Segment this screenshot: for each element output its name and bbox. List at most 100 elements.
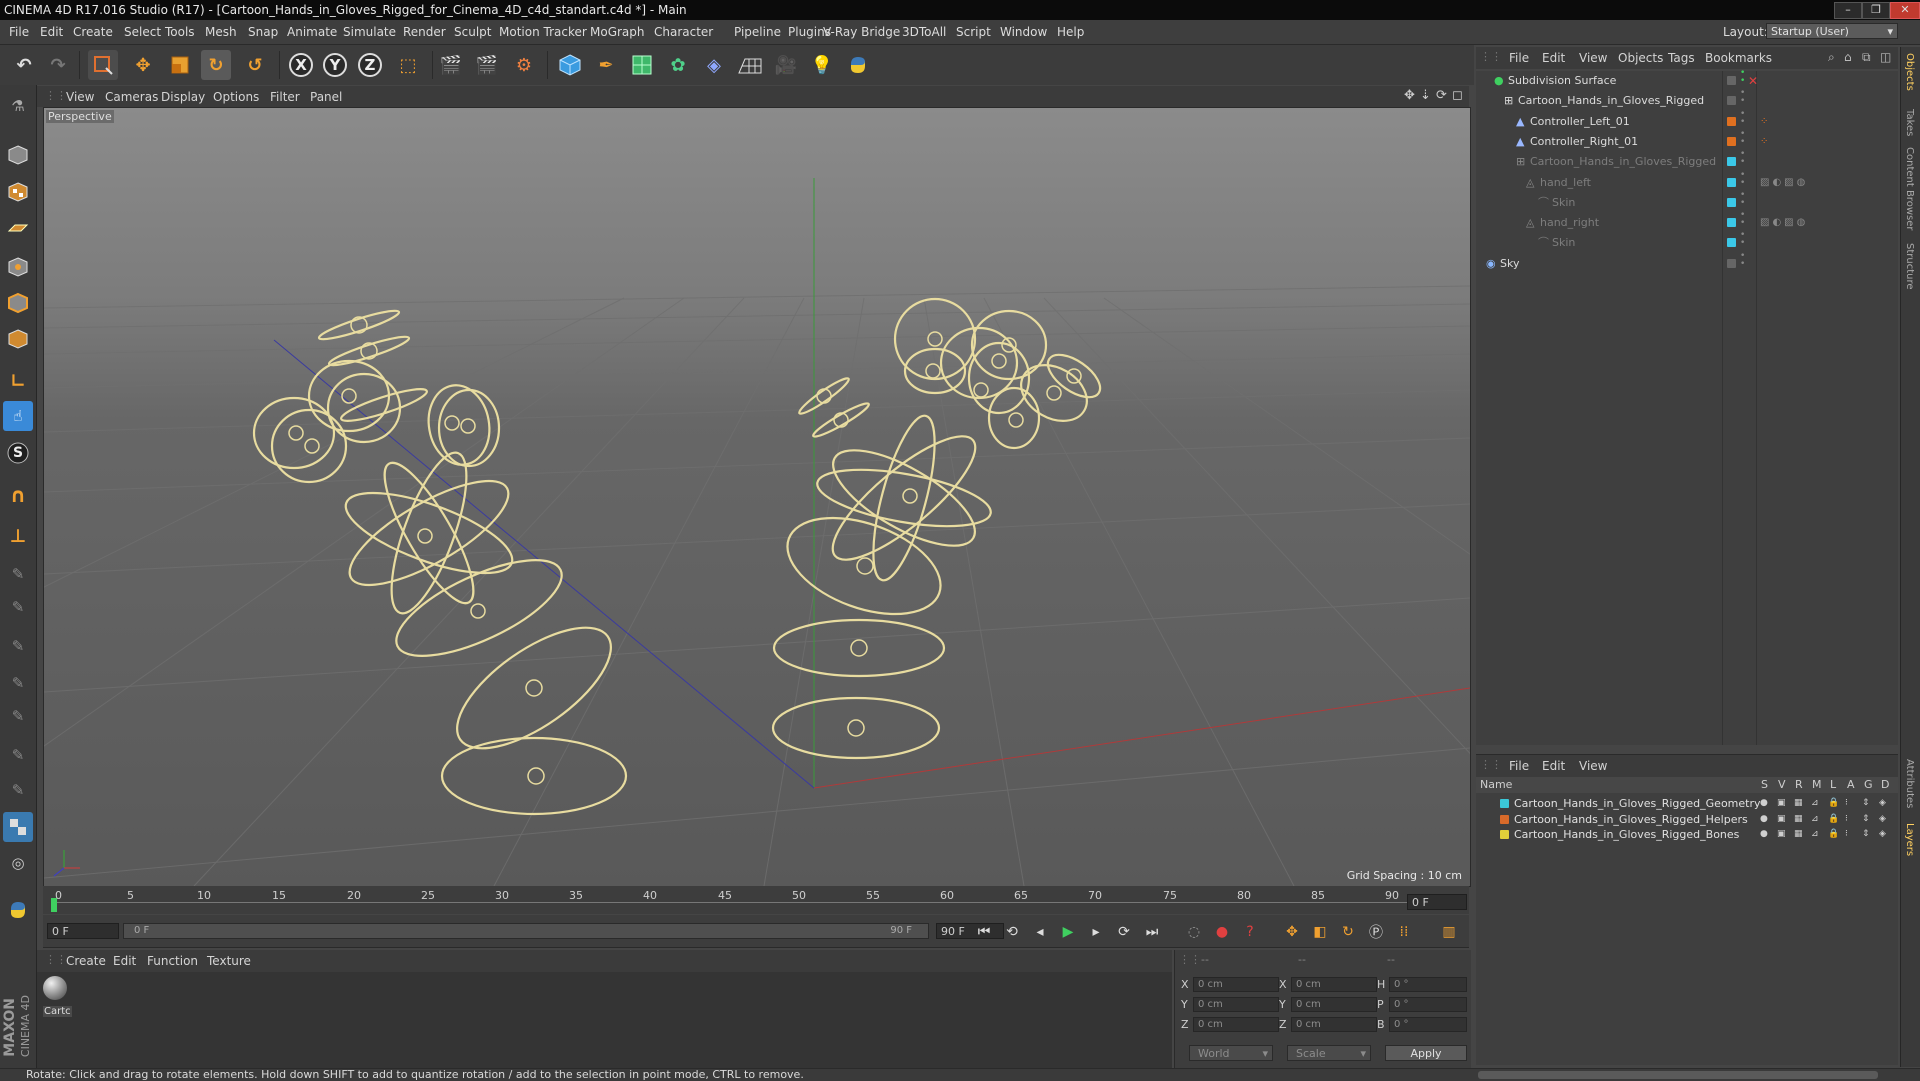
layer-flag-toggle[interactable]: ⊿ — [1811, 812, 1819, 827]
layer-flag-toggle[interactable]: ● — [1760, 827, 1768, 842]
layer-flag-toggle[interactable]: ⁝ — [1845, 812, 1848, 827]
visibility-dots[interactable]: • • — [1740, 231, 1745, 248]
tab-content-browser[interactable]: Content Browser — [1904, 147, 1915, 230]
apply-button[interactable]: Apply — [1385, 1045, 1467, 1061]
object-row[interactable]: ⌒ Skin • • — [1476, 190, 1898, 213]
go-to-end-icon[interactable]: ⏭ — [1141, 921, 1163, 943]
material-menu-texture[interactable]: Texture — [207, 954, 251, 968]
viewport-move-icon[interactable]: ✥ — [1404, 88, 1415, 103]
deformer-icon[interactable]: ◈ — [699, 50, 729, 80]
layer-flag-toggle[interactable]: ● — [1760, 796, 1768, 811]
visibility-dots[interactable]: • • — [1740, 89, 1745, 106]
object-row[interactable]: ◬ hand_right • • ▨◐▨◍ — [1476, 211, 1898, 233]
layer-color-swatch[interactable] — [1727, 136, 1736, 146]
go-to-start-icon[interactable]: ⏮ — [973, 921, 995, 943]
layer-flag-toggle[interactable]: ⁝ — [1845, 796, 1848, 811]
next-frame-icon[interactable]: ▸ — [1085, 921, 1107, 943]
python-icon[interactable] — [843, 50, 873, 80]
layer-flag-toggle[interactable]: ◈ — [1879, 827, 1886, 842]
layer-flag-toggle[interactable]: ▣ — [1777, 812, 1786, 827]
layer-row[interactable]: Cartoon_Hands_in_Gloves_Rigged_Bones ● ▣ ▦ ⊿… — [1476, 827, 1898, 842]
layer-color-swatch[interactable] — [1727, 197, 1736, 207]
edges-mode-icon[interactable] — [3, 288, 33, 318]
timeline-ruler[interactable]: 0 5 10 15 20 25 30 35 40 45 50 55 60 65 … — [43, 886, 1469, 914]
layer-row[interactable]: Cartoon_Hands_in_Gloves_Rigged_Geometry ●… — [1476, 796, 1898, 811]
cube-icon[interactable] — [555, 50, 585, 80]
rotate-icon[interactable]: ↻ — [201, 50, 231, 80]
coordinate-system-icon[interactable]: ⬚ — [393, 50, 423, 80]
start-frame-field[interactable]: 0 F — [47, 923, 119, 939]
menu-create[interactable]: Create — [73, 25, 113, 39]
object-row[interactable]: ▲ Controller_Right_01 • • ⁘ — [1476, 129, 1898, 152]
render-settings-icon[interactable]: ⚙ — [509, 50, 539, 80]
brush-icon-7[interactable]: ✎ — [3, 775, 33, 805]
layer-flag-toggle[interactable]: ⁝ — [1845, 827, 1848, 842]
layer-color-swatch[interactable] — [1727, 218, 1736, 228]
object-row[interactable]: ● Subdivision Surface • • ✕ — [1476, 69, 1898, 91]
visibility-dots[interactable]: • • — [1740, 190, 1745, 207]
viewport-menu-cameras[interactable]: Cameras — [105, 90, 158, 104]
visibility-dots[interactable]: • • — [1740, 109, 1745, 126]
range-slider[interactable]: 0 F 90 F — [123, 923, 929, 939]
menu-sculpt[interactable]: Sculpt — [454, 25, 491, 39]
om-menu-edit[interactable]: Edit — [1542, 51, 1565, 65]
viewport-menu-panel[interactable]: Panel — [310, 90, 342, 104]
rotation-b-field[interactable]: 0 ° — [1389, 1017, 1467, 1032]
material-menu-edit[interactable]: Edit — [113, 954, 136, 968]
visibility-dots[interactable]: • • — [1740, 150, 1745, 167]
menu-vray-bridge[interactable]: V-Ray Bridge — [823, 25, 900, 39]
om-menu-objects[interactable]: Objects — [1618, 51, 1663, 65]
scale-icon[interactable] — [165, 50, 195, 80]
search-icon[interactable]: ⌕ — [1828, 50, 1835, 65]
menu-help[interactable]: Help — [1057, 25, 1084, 39]
layer-color-swatch[interactable] — [1727, 116, 1736, 126]
current-frame-field[interactable]: 0 F — [1407, 894, 1467, 910]
live-selection-icon[interactable] — [88, 50, 118, 80]
timeline-window-icon[interactable]: ▥ — [1438, 921, 1460, 943]
disabled-icon[interactable]: ✕ — [1748, 71, 1758, 91]
layer-flag-toggle[interactable]: ◈ — [1879, 796, 1886, 811]
position-x-field[interactable]: 0 cm — [1193, 977, 1279, 992]
om-menu-tags[interactable]: Tags — [1668, 51, 1695, 65]
layer-color-swatch[interactable] — [1500, 814, 1509, 824]
object-row[interactable]: ⊞ Cartoon_Hands_in_Gloves_Rigged • • — [1476, 89, 1898, 111]
floor-icon[interactable] — [735, 50, 765, 80]
snap-axis-icon[interactable]: ⊥ — [3, 521, 33, 551]
visibility-dots[interactable]: • • — [1740, 211, 1745, 228]
object-row[interactable]: ◉ Sky • • — [1476, 251, 1898, 274]
tab-takes[interactable]: Takes — [1904, 109, 1915, 136]
y-axis-lock-button[interactable]: Y — [320, 50, 350, 80]
viewport-zoom-icon[interactable]: ⇣ — [1420, 88, 1431, 103]
om-menu-file[interactable]: File — [1509, 51, 1529, 65]
viewport-menu-display[interactable]: Display — [161, 90, 205, 104]
tab-structure[interactable]: Structure — [1904, 243, 1915, 290]
menu-3dtoall[interactable]: 3DToAll — [902, 25, 946, 39]
object-row[interactable]: ⌒ Skin • • — [1476, 231, 1898, 253]
position-y-field[interactable]: 0 cm — [1193, 997, 1279, 1012]
layer-flag-toggle[interactable]: 🔒 — [1828, 827, 1839, 842]
layer-color-swatch[interactable] — [1727, 157, 1736, 167]
python-icon-left[interactable] — [3, 895, 33, 925]
layout-select[interactable]: Startup (User) ▾ — [1766, 23, 1898, 39]
spline-pen-icon[interactable]: ✒ — [591, 50, 621, 80]
layer-flag-toggle[interactable]: ◈ — [1879, 812, 1886, 827]
close-button[interactable]: ✕ — [1890, 2, 1920, 19]
layer-color-swatch[interactable] — [1727, 96, 1736, 106]
layer-flag-toggle[interactable]: ⇕ — [1862, 827, 1870, 842]
minimize-button[interactable]: – — [1834, 2, 1862, 19]
record-keys-icon[interactable]: ● — [1211, 921, 1233, 943]
tab-layers[interactable]: Layers — [1904, 823, 1915, 856]
light-icon[interactable]: 💡 — [807, 50, 837, 80]
menu-script[interactable]: Script — [956, 25, 991, 39]
key-position-icon[interactable]: ✥ — [1281, 921, 1303, 943]
layer-color-swatch[interactable] — [1727, 258, 1736, 268]
menu-select[interactable]: Select — [124, 25, 161, 39]
lm-menu-view[interactable]: View — [1579, 759, 1607, 773]
recent-tools-icon[interactable]: ↺ — [240, 50, 270, 80]
layer-flag-toggle[interactable]: ● — [1760, 812, 1768, 827]
lm-menu-file[interactable]: File — [1509, 759, 1529, 773]
tab-objects[interactable]: Objects — [1904, 53, 1915, 91]
polygons-mode-icon[interactable] — [3, 324, 33, 354]
key-pla-icon[interactable]: ⁞⁞ — [1393, 921, 1415, 943]
material-menu-function[interactable]: Function — [147, 954, 198, 968]
